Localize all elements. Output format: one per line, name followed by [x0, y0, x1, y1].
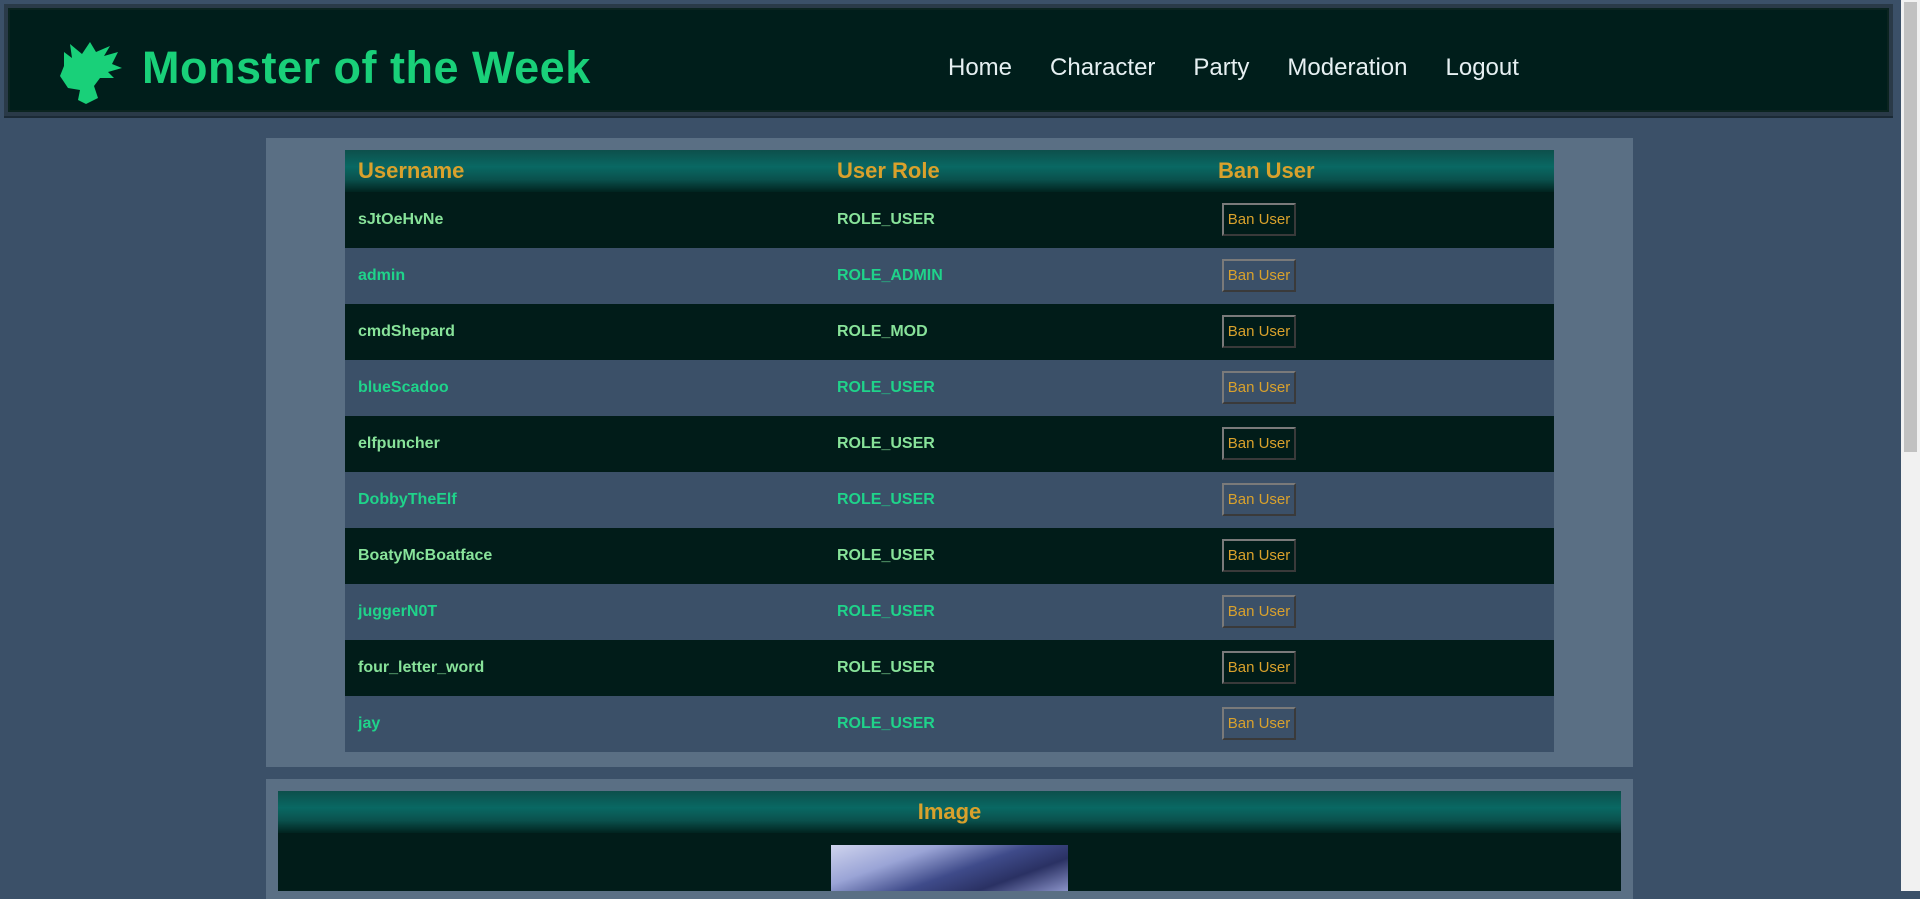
username-cell: elfpuncher	[358, 435, 440, 452]
ban-user-button[interactable]: Ban User	[1222, 539, 1296, 572]
nav-home[interactable]: Home	[948, 54, 1012, 82]
table-row: elfpuncher ROLE_USER Ban User	[345, 416, 1554, 472]
image-heading: Image	[278, 791, 1621, 833]
ban-user-button[interactable]: Ban User	[1222, 483, 1296, 516]
ban-user-button[interactable]: Ban User	[1222, 707, 1296, 740]
table-body: sJtOeHvNe ROLE_USER Ban User admin ROLE_ADMI…	[345, 192, 1554, 752]
username-cell: sJtOeHvNe	[358, 211, 444, 228]
table-row: sJtOeHvNe ROLE_USER Ban User	[345, 192, 1554, 248]
dragon-head-icon[interactable]	[56, 36, 124, 106]
nav-logout[interactable]: Logout	[1446, 54, 1519, 82]
username-cell: cmdShepard	[358, 323, 455, 340]
table-row: cmdShepard ROLE_MOD Ban User	[345, 304, 1554, 360]
table-row: admin ROLE_ADMIN Ban User	[345, 248, 1554, 304]
ban-user-button[interactable]: Ban User	[1222, 371, 1296, 404]
ban-user-button[interactable]: Ban User	[1222, 203, 1296, 236]
table-header: Username User Role Ban User	[345, 150, 1554, 192]
user-role-cell: ROLE_USER	[837, 603, 935, 620]
user-role-cell: ROLE_USER	[837, 435, 935, 452]
users-table: Username User Role Ban User sJtOeHvNe ROL…	[345, 150, 1554, 752]
ban-user-button[interactable]: Ban User	[1222, 427, 1296, 460]
user-role-cell: ROLE_USER	[837, 715, 935, 732]
user-role-cell: ROLE_USER	[837, 379, 935, 396]
user-role-cell: ROLE_USER	[837, 659, 935, 676]
site-title[interactable]: Monster of the Week	[142, 42, 591, 94]
main-nav: Home Character Party Moderation Logout	[948, 54, 1557, 82]
column-username: Username	[358, 158, 465, 183]
table-row: BoatyMcBoatface ROLE_USER Ban User	[345, 528, 1554, 584]
table-row: DobbyTheElf ROLE_USER Ban User	[345, 472, 1554, 528]
nav-character[interactable]: Character	[1050, 54, 1155, 82]
ban-user-button[interactable]: Ban User	[1222, 595, 1296, 628]
column-ban-user: Ban User	[1218, 158, 1315, 183]
user-role-cell: ROLE_MOD	[837, 323, 928, 340]
page-scrollbar[interactable]	[1901, 0, 1920, 891]
scrollbar-thumb[interactable]	[1904, 2, 1917, 452]
username-cell: four_letter_word	[358, 659, 485, 676]
username-cell: jay	[358, 715, 381, 732]
user-role-cell: ROLE_ADMIN	[837, 267, 943, 284]
username-cell: juggerN0T	[358, 603, 438, 620]
monster-image	[831, 845, 1068, 891]
user-role-cell: ROLE_USER	[837, 491, 935, 508]
column-user-role: User Role	[837, 158, 940, 183]
ban-user-button[interactable]: Ban User	[1222, 315, 1296, 348]
ban-user-button[interactable]: Ban User	[1222, 259, 1296, 292]
nav-party[interactable]: Party	[1193, 54, 1249, 82]
user-role-cell: ROLE_USER	[837, 547, 935, 564]
username-cell: DobbyTheElf	[358, 491, 457, 508]
table-row: blueScadoo ROLE_USER Ban User	[345, 360, 1554, 416]
table-row: four_letter_word ROLE_USER Ban User	[345, 640, 1554, 696]
user-role-cell: ROLE_USER	[837, 211, 935, 228]
table-row: juggerN0T ROLE_USER Ban User	[345, 584, 1554, 640]
site-header: Monster of the Week Home Character Party…	[4, 4, 1893, 116]
ban-user-button[interactable]: Ban User	[1222, 651, 1296, 684]
nav-moderation[interactable]: Moderation	[1287, 54, 1407, 82]
table-row: jay ROLE_USER Ban User	[345, 696, 1554, 752]
username-cell: blueScadoo	[358, 379, 449, 396]
username-cell: admin	[358, 267, 406, 284]
username-cell: BoatyMcBoatface	[358, 547, 493, 564]
